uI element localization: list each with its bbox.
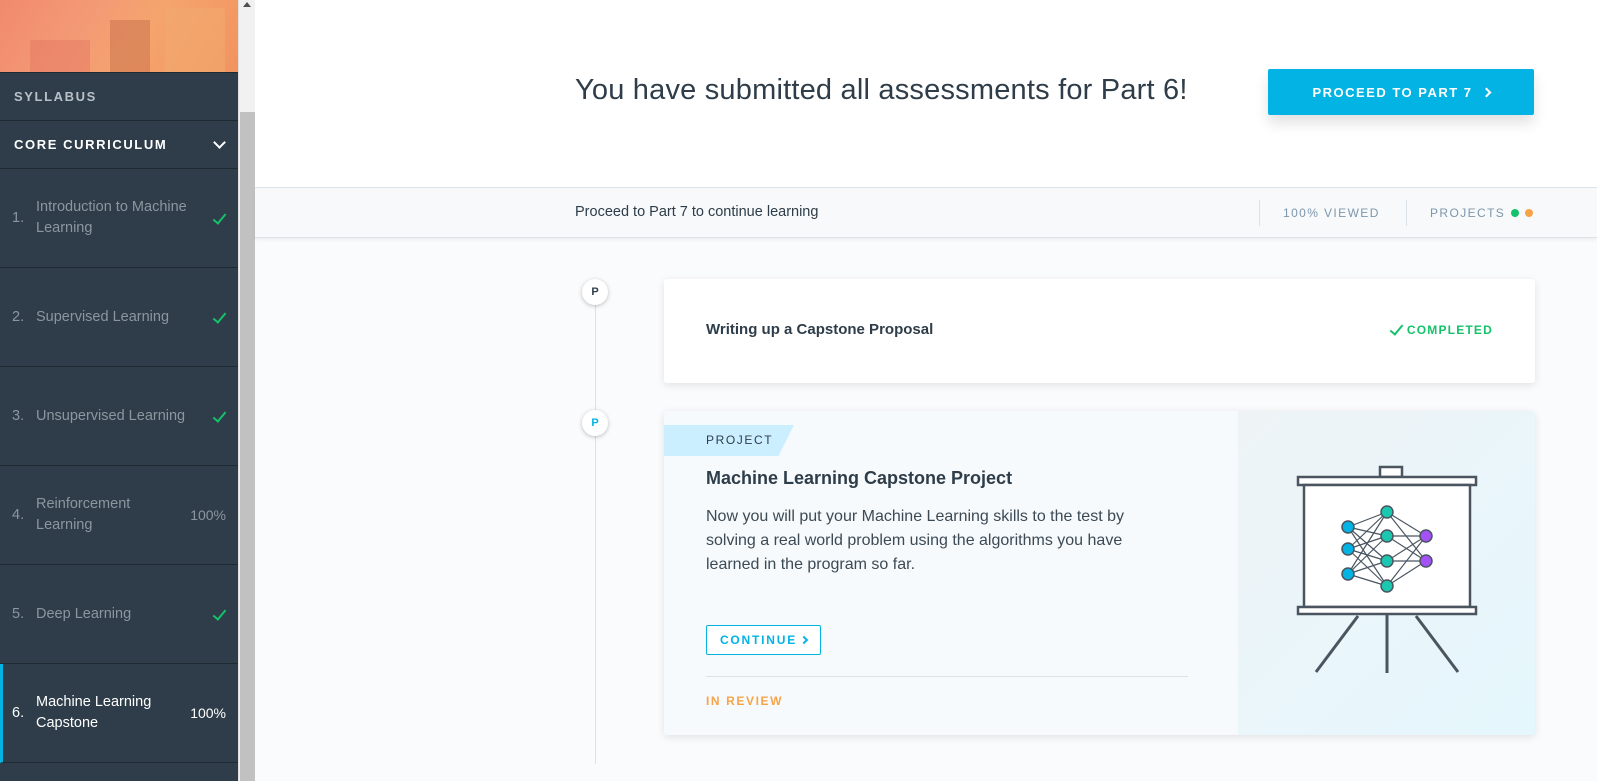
core-curriculum-label: CORE CURRICULUM xyxy=(14,137,168,152)
lesson-number: 6. xyxy=(12,705,25,721)
chevron-down-icon xyxy=(213,136,226,149)
course-hero-image xyxy=(0,0,238,73)
continue-label: CONTINUE xyxy=(719,633,798,647)
sidebar-scrollbar[interactable] xyxy=(238,0,255,781)
lesson-title: Deep Learning xyxy=(36,605,132,622)
progress-bar-strip: Proceed to Part 7 to continue learning 1… xyxy=(255,188,1597,238)
chevron-right-icon xyxy=(799,635,809,645)
proposal-card[interactable]: Writing up a Capstone Proposal COMPLETED xyxy=(664,279,1535,383)
lesson-progress: 100% xyxy=(190,507,226,523)
lesson-progress: 100% xyxy=(190,705,226,721)
proposal-title: Writing up a Capstone Proposal xyxy=(706,321,934,338)
check-icon xyxy=(213,607,226,621)
lesson-title: Supervised Learning xyxy=(36,308,170,325)
completed-status: COMPLETED xyxy=(1389,321,1493,337)
project-review-dot xyxy=(1525,209,1534,217)
proceed-button[interactable]: PROCEED TO PART 7 xyxy=(1268,69,1534,115)
chevron-right-icon xyxy=(1481,87,1491,97)
projects-status: PROJECTS xyxy=(1406,200,1534,226)
scroll-up-arrow-icon[interactable] xyxy=(243,2,251,7)
neural-network-presentation-illustration xyxy=(1238,411,1535,735)
check-icon xyxy=(213,409,226,423)
syllabus-label: SYLLABUS xyxy=(0,73,238,121)
completion-banner: You have submitted all assessments for P… xyxy=(255,0,1597,188)
sidebar-item-capstone[interactable]: 6. Machine Learning Capstone 100% xyxy=(0,664,238,763)
sidebar: SYLLABUS CORE CURRICULUM 1. Introduction… xyxy=(0,0,238,781)
check-icon xyxy=(1389,321,1404,336)
lesson-number: 1. xyxy=(12,210,25,226)
projects-label: PROJECTS xyxy=(1430,206,1506,220)
lesson-number: 2. xyxy=(12,309,25,325)
lesson-title: Machine Learning Capstone xyxy=(36,694,152,731)
scrollbar-thumb[interactable] xyxy=(240,112,255,781)
lesson-title: Reinforcement Learning xyxy=(36,496,131,533)
sidebar-item-supervised[interactable]: 2. Supervised Learning xyxy=(0,268,238,367)
completed-label: COMPLETED xyxy=(1406,323,1493,337)
lesson-title: Unsupervised Learning xyxy=(36,407,186,424)
sidebar-item-reinforcement[interactable]: 4. Reinforcement Learning 100% xyxy=(0,466,238,565)
viewed-percentage: 100% VIEWED xyxy=(1259,200,1380,226)
project-complete-dot xyxy=(1511,209,1520,217)
sidebar-item-intro-ml[interactable]: 1. Introduction to Machine Learning xyxy=(0,169,238,268)
main-content: You have submitted all assessments for P… xyxy=(255,0,1597,781)
project-description: Now you will put your Machine Learning s… xyxy=(706,508,1124,573)
divider xyxy=(706,676,1188,677)
lesson-number: 5. xyxy=(12,606,25,622)
page-title: You have submitted all assessments for P… xyxy=(575,74,1188,106)
check-icon xyxy=(213,211,226,225)
check-icon xyxy=(213,310,226,324)
timeline-marker: P xyxy=(582,410,608,436)
proceed-button-label: PROCEED TO PART 7 xyxy=(1312,84,1473,100)
sidebar-item-deep-learning[interactable]: 5. Deep Learning xyxy=(0,565,238,664)
proceed-hint: Proceed to Part 7 to continue learning xyxy=(575,204,819,220)
lesson-number: 3. xyxy=(12,408,25,424)
project-title: Machine Learning Capstone Project xyxy=(706,468,1013,488)
project-tag: PROJECT xyxy=(664,425,794,456)
core-curriculum-toggle[interactable]: CORE CURRICULUM xyxy=(0,121,238,169)
timeline-marker: P xyxy=(582,279,608,305)
lesson-number: 4. xyxy=(12,507,25,523)
lesson-title: Introduction to Machine Learning xyxy=(36,199,187,236)
review-status: IN REVIEW xyxy=(706,694,784,708)
continue-button[interactable]: CONTINUE xyxy=(706,625,821,655)
presentation-board-icon xyxy=(1296,465,1478,673)
project-card: PROJECT Machine Learning Capstone Projec… xyxy=(664,411,1535,735)
sidebar-item-unsupervised[interactable]: 3. Unsupervised Learning xyxy=(0,367,238,466)
timeline-line xyxy=(595,292,596,764)
